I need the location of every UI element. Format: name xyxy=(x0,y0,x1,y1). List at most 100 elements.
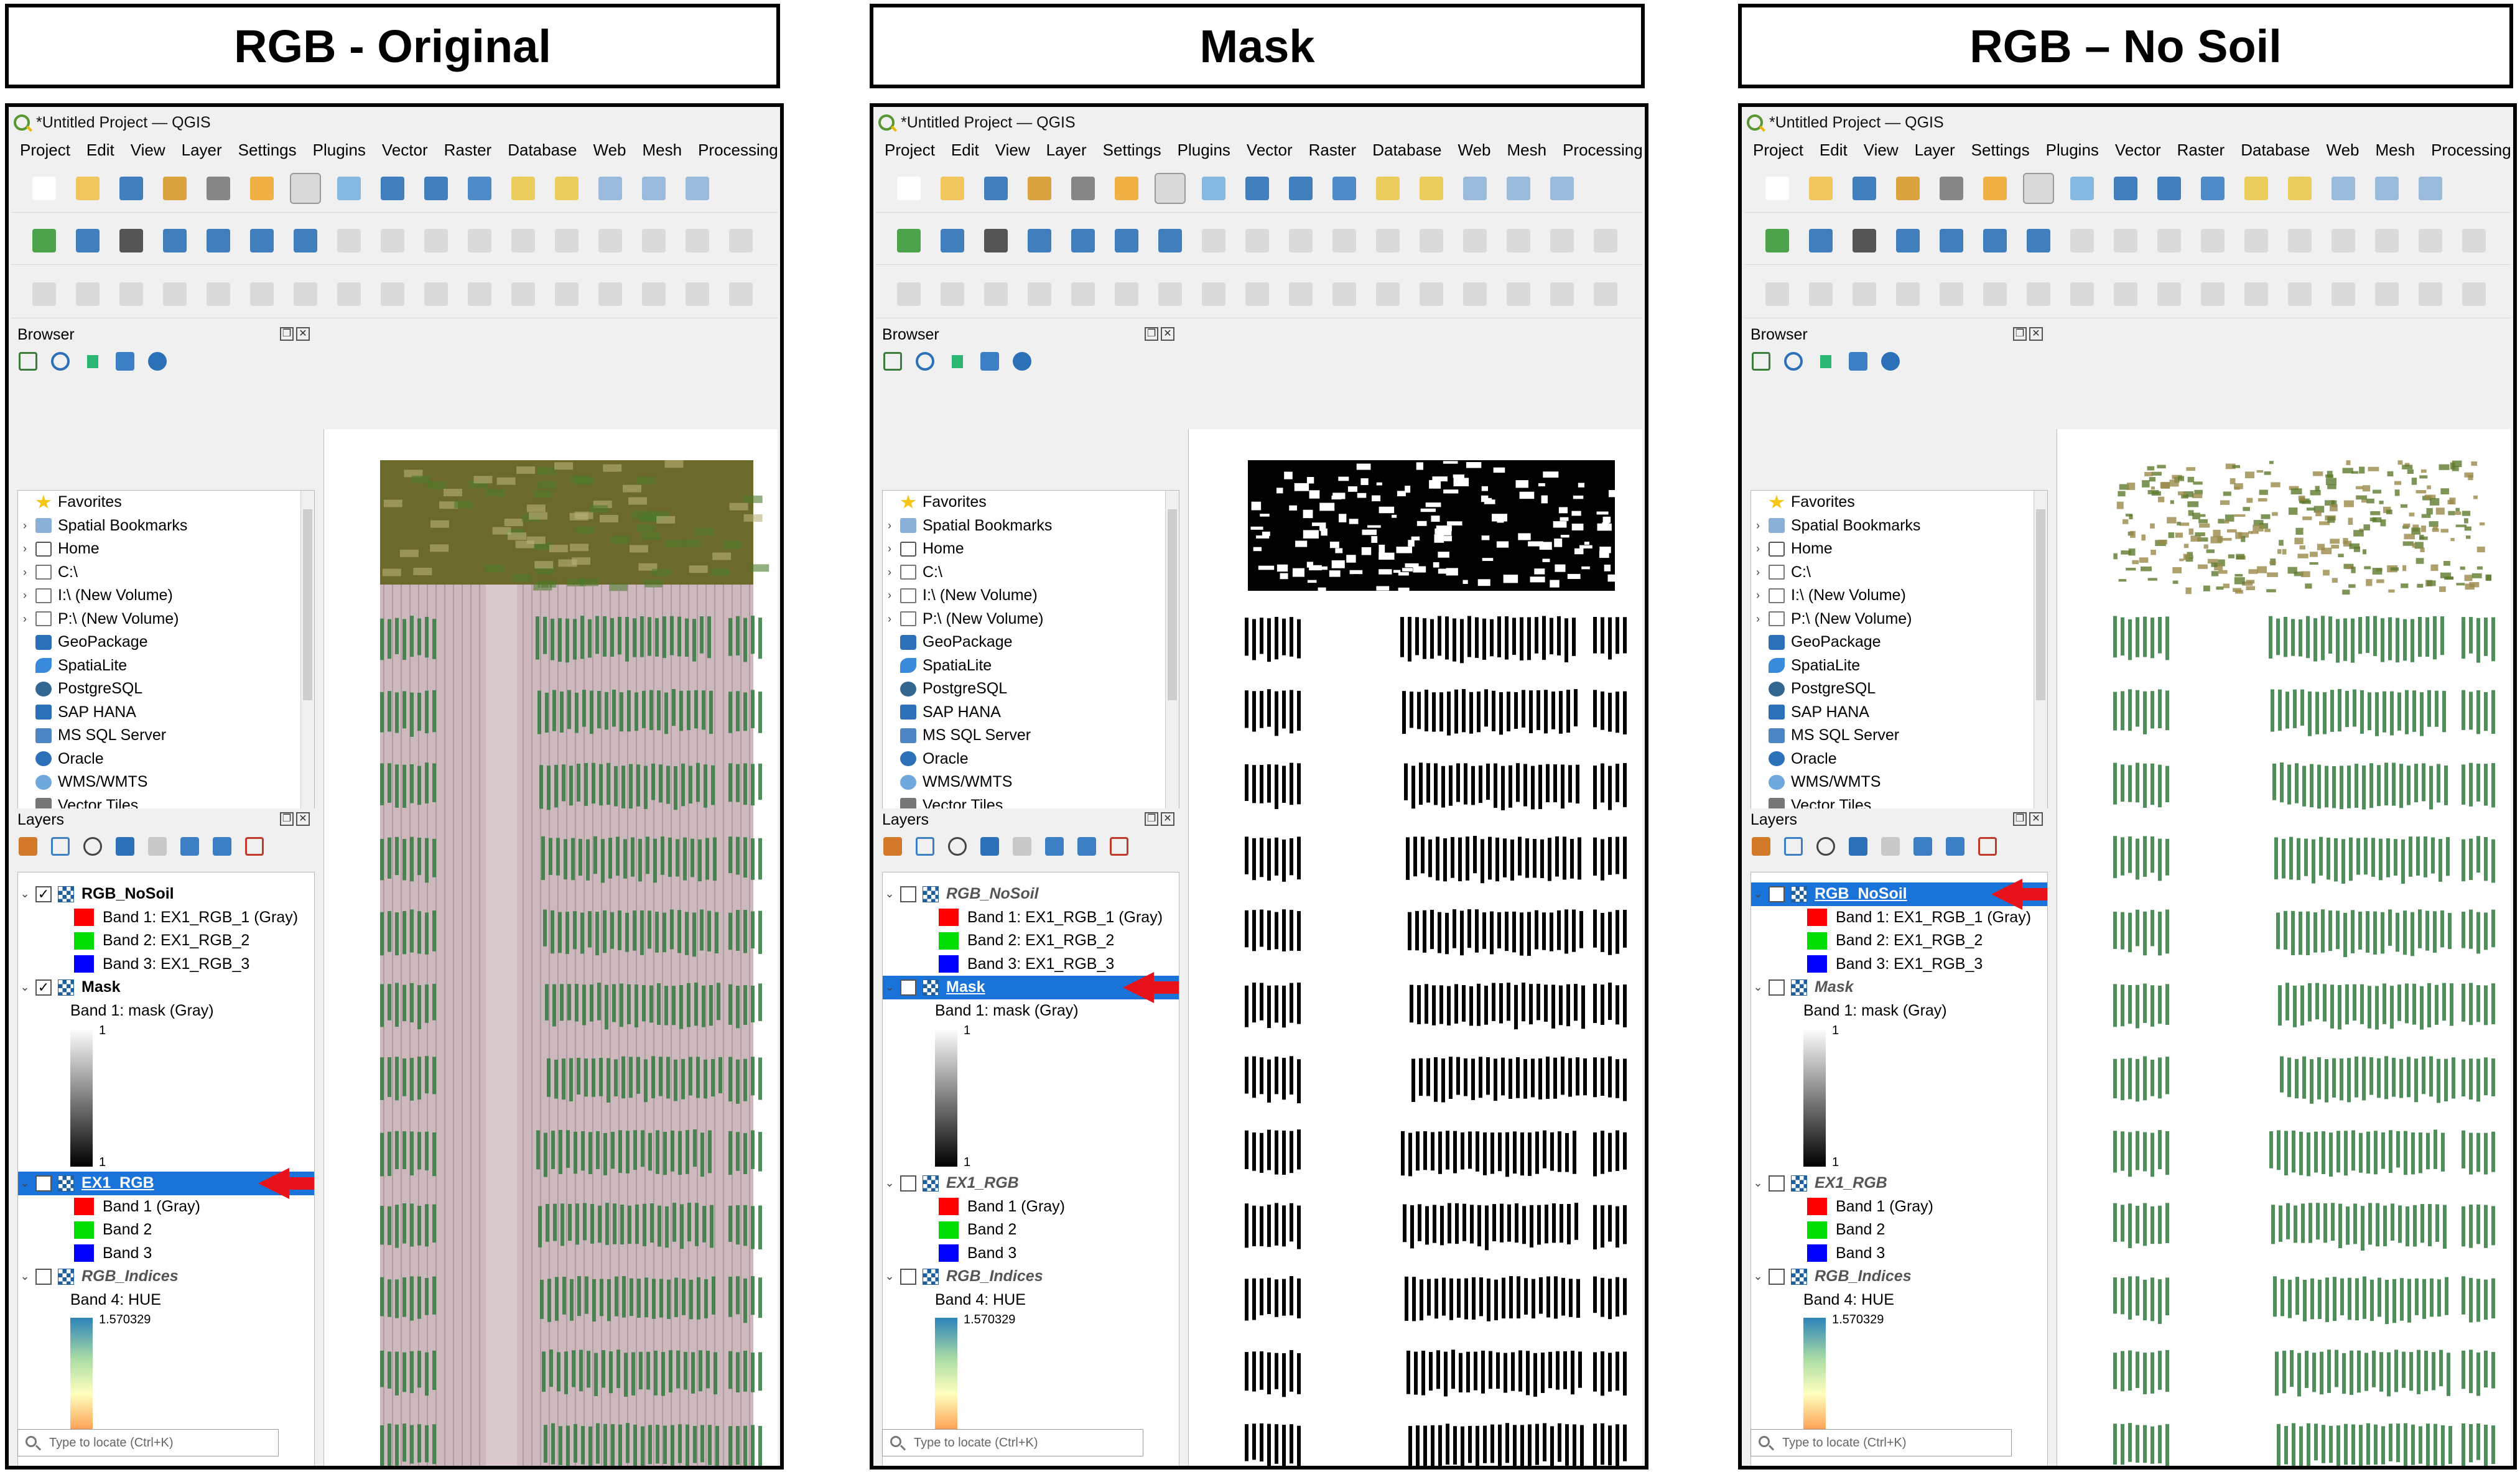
remove-layer-icon[interactable] xyxy=(245,837,264,856)
layer-visibility-checkbox[interactable]: ✓ xyxy=(35,1175,52,1192)
digitizing-tool-icon[interactable] xyxy=(595,279,626,310)
scroll-thumb[interactable] xyxy=(303,509,312,701)
digitizing-tool-icon[interactable] xyxy=(2241,279,2272,310)
digitizing-tool-icon[interactable] xyxy=(2110,279,2141,310)
float-dock-icon[interactable]: ❐ xyxy=(1145,812,1158,826)
digitizing-tool-icon[interactable] xyxy=(246,279,277,310)
filter-legend-icon[interactable] xyxy=(116,837,134,856)
menu-view[interactable]: View xyxy=(1864,141,1899,160)
menu-project[interactable]: Project xyxy=(885,141,935,160)
info-icon[interactable] xyxy=(148,352,167,371)
map-canvas[interactable] xyxy=(323,429,778,1466)
browser-item[interactable]: GeoPackage xyxy=(18,631,314,654)
zoom-last-icon[interactable] xyxy=(638,173,669,204)
menu-edit[interactable]: Edit xyxy=(951,141,979,160)
collapse-arrow-icon[interactable]: ⌄ xyxy=(1751,1270,1765,1283)
data-source-tool-icon[interactable] xyxy=(116,225,147,256)
zoom-in-icon[interactable] xyxy=(377,173,408,204)
data-source-tool-icon[interactable] xyxy=(2110,225,2141,256)
data-source-tool-icon[interactable] xyxy=(2023,225,2054,256)
layer-visibility-checkbox[interactable] xyxy=(1769,1268,1785,1285)
map-canvas[interactable] xyxy=(2057,429,2511,1466)
python-console-icon[interactable] xyxy=(246,173,277,204)
layer-visibility-checkbox[interactable]: ✓ xyxy=(35,886,52,902)
new-print-layout-icon[interactable] xyxy=(1892,173,1923,204)
layer-row-rgb_nosoil[interactable]: ⌄ ✓ RGB_NoSoil xyxy=(18,882,314,906)
data-source-tool-icon[interactable] xyxy=(159,225,190,256)
digitizing-tool-icon[interactable] xyxy=(638,279,669,310)
expand-arrow-icon[interactable]: › xyxy=(1751,566,1765,579)
menu-settings[interactable]: Settings xyxy=(1103,141,1161,160)
visibility-icon[interactable] xyxy=(948,837,967,856)
digitizing-tool-icon[interactable] xyxy=(980,279,1011,310)
collapse-arrow-icon[interactable]: ⌄ xyxy=(18,1177,32,1190)
digitizing-tool-icon[interactable] xyxy=(2067,279,2098,310)
data-source-tool-icon[interactable] xyxy=(1546,225,1578,256)
data-source-tool-icon[interactable] xyxy=(638,225,669,256)
open-project-icon[interactable] xyxy=(937,173,968,204)
collapse-arrow-icon[interactable]: ⌄ xyxy=(883,1177,896,1190)
collapse-arrow-icon[interactable]: ⌄ xyxy=(883,1270,896,1283)
data-source-tool-icon[interactable] xyxy=(893,225,924,256)
digitizing-tool-icon[interactable] xyxy=(1546,279,1578,310)
data-source-tool-icon[interactable] xyxy=(2067,225,2098,256)
browser-item[interactable]: WMS/WMTS xyxy=(1751,771,2047,794)
browser-item[interactable]: › P:\ (New Volume) xyxy=(883,608,1179,631)
data-source-tool-icon[interactable] xyxy=(2197,225,2228,256)
browser-item[interactable]: › Spatial Bookmarks xyxy=(18,514,314,538)
zoom-out-icon[interactable] xyxy=(1285,173,1316,204)
locator-search-input[interactable]: Type to locate (Ctrl+K) xyxy=(1751,1429,2012,1456)
style-manager-icon[interactable] xyxy=(1067,173,1099,204)
layer-visibility-checkbox[interactable] xyxy=(35,1268,52,1285)
digitizing-tool-icon[interactable] xyxy=(1285,279,1316,310)
menu-processing[interactable]: Processing xyxy=(698,141,778,160)
refresh-icon[interactable] xyxy=(51,352,70,371)
browser-item[interactable]: GeoPackage xyxy=(1751,631,2047,654)
data-source-tool-icon[interactable] xyxy=(1762,225,1793,256)
filter-legend-icon[interactable] xyxy=(980,837,999,856)
digitizing-tool-icon[interactable] xyxy=(2154,279,2185,310)
layer-row-ex1_rgb[interactable]: ⌄ EX1_RGB xyxy=(1751,1172,2047,1195)
close-dock-icon[interactable]: ✕ xyxy=(1161,327,1174,341)
close-dock-icon[interactable]: ✕ xyxy=(1161,812,1174,826)
zoom-in-icon[interactable] xyxy=(2110,173,2141,204)
filter-icon[interactable] xyxy=(948,352,967,371)
menu-raster[interactable]: Raster xyxy=(444,141,492,160)
browser-item[interactable]: › Home xyxy=(18,537,314,561)
zoom-to-layer-icon[interactable] xyxy=(2284,173,2315,204)
digitizing-tool-icon[interactable] xyxy=(203,279,234,310)
browser-item[interactable]: SAP HANA xyxy=(18,701,314,724)
expand-arrow-icon[interactable]: › xyxy=(1751,589,1765,602)
browser-item[interactable]: › Spatial Bookmarks xyxy=(883,514,1179,538)
browser-item[interactable]: PostgreSQL xyxy=(18,677,314,701)
refresh-icon[interactable] xyxy=(916,352,934,371)
remove-layer-icon[interactable] xyxy=(1978,837,1997,856)
new-project-icon[interactable] xyxy=(893,173,924,204)
zoom-out-icon[interactable] xyxy=(421,173,452,204)
expand-arrow-icon[interactable]: › xyxy=(18,589,32,602)
browser-item[interactable]: › I:\ (New Volume) xyxy=(883,584,1179,608)
expression-filter-icon[interactable] xyxy=(1881,837,1900,856)
data-source-tool-icon[interactable] xyxy=(937,225,968,256)
expand-all-icon[interactable] xyxy=(1045,837,1064,856)
add-selected-layers-icon[interactable] xyxy=(19,352,37,371)
expression-filter-icon[interactable] xyxy=(148,837,167,856)
data-source-tool-icon[interactable] xyxy=(1459,225,1490,256)
menu-database[interactable]: Database xyxy=(2241,141,2310,160)
menu-database[interactable]: Database xyxy=(1372,141,1441,160)
zoom-native-icon[interactable] xyxy=(595,173,626,204)
new-project-icon[interactable] xyxy=(1762,173,1793,204)
zoom-to-layer-icon[interactable] xyxy=(551,173,582,204)
digitizing-tool-icon[interactable] xyxy=(2328,279,2359,310)
digitizing-tool-icon[interactable] xyxy=(29,279,60,310)
float-dock-icon[interactable]: ❐ xyxy=(1145,327,1158,341)
layer-visibility-checkbox[interactable] xyxy=(900,1175,916,1192)
locator-search-input[interactable]: Type to locate (Ctrl+K) xyxy=(17,1429,279,1456)
map-canvas[interactable] xyxy=(1188,429,1642,1466)
float-dock-icon[interactable]: ❐ xyxy=(280,812,294,826)
zoom-next-icon[interactable] xyxy=(1546,173,1578,204)
collapse-all-icon[interactable] xyxy=(116,352,134,371)
zoom-to-selection-icon[interactable] xyxy=(1372,173,1403,204)
data-source-tool-icon[interactable] xyxy=(246,225,277,256)
browser-item[interactable]: MS SQL Server xyxy=(883,724,1179,748)
